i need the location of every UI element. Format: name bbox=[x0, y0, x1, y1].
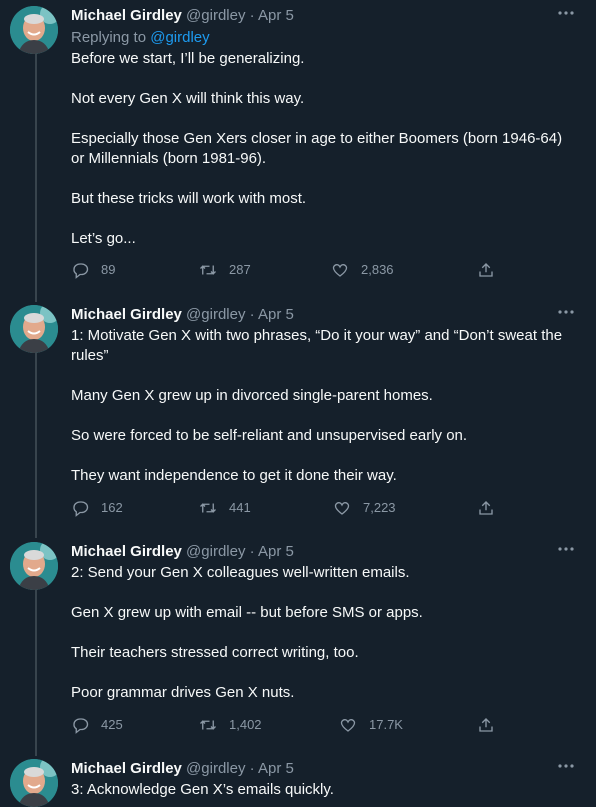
avatar[interactable] bbox=[10, 6, 58, 54]
tweet-paragraph: Gen X grew up with email -- but before S… bbox=[71, 604, 423, 621]
tweet-paragraph: 2: Send your Gen X colleagues well-writt… bbox=[71, 564, 410, 581]
retweet-icon bbox=[200, 503, 216, 513]
avatar[interactable] bbox=[10, 542, 58, 590]
tweet-paragraph: Their teachers stressed correct writing,… bbox=[71, 644, 359, 661]
author-handle[interactable]: @girdley bbox=[186, 543, 245, 560]
avatar[interactable] bbox=[10, 305, 58, 353]
tweet-text: Before we start, I’ll be generalizing. N… bbox=[71, 49, 578, 249]
replying-to-label: Replying to bbox=[71, 29, 147, 46]
heart-icon bbox=[334, 501, 350, 515]
retweet-count: 1,402 bbox=[229, 717, 262, 732]
more-icon[interactable] bbox=[554, 542, 578, 562]
tweet-header: Michael Girdley @girdley · Apr 5 bbox=[71, 542, 576, 562]
author-handle[interactable]: @girdley bbox=[186, 760, 245, 777]
tweet[interactable]: Michael Girdley @girdley · Apr 5 1: Moti… bbox=[0, 305, 596, 535]
retweet-button[interactable]: 287 bbox=[199, 260, 251, 280]
share-icon bbox=[479, 718, 493, 732]
retweet-icon bbox=[200, 265, 216, 275]
tweet-header: Michael Girdley @girdley · Apr 5 bbox=[71, 6, 576, 26]
author-handle[interactable]: @girdley bbox=[186, 7, 245, 24]
tweet-date[interactable]: Apr 5 bbox=[258, 543, 294, 560]
author-name[interactable]: Michael Girdley bbox=[71, 543, 182, 560]
tweet-paragraph: 3: Acknowledge Gen X’s emails quickly. bbox=[71, 781, 334, 798]
author-name[interactable]: Michael Girdley bbox=[71, 760, 182, 777]
separator: · bbox=[249, 7, 255, 24]
separator: · bbox=[249, 760, 255, 777]
reply-button[interactable]: 89 bbox=[71, 260, 115, 280]
retweet-button[interactable]: 441 bbox=[199, 498, 251, 518]
tweet-date[interactable]: Apr 5 bbox=[258, 760, 294, 777]
tweet-paragraph: But these tricks will work with most. bbox=[71, 190, 307, 207]
author-name[interactable]: Michael Girdley bbox=[71, 7, 182, 24]
reply-count: 162 bbox=[101, 500, 123, 515]
more-icon[interactable] bbox=[554, 305, 578, 325]
like-count: 7,223 bbox=[363, 500, 396, 515]
retweet-icon bbox=[200, 720, 216, 730]
like-count: 17.7K bbox=[369, 717, 403, 732]
share-button[interactable] bbox=[477, 715, 507, 735]
tweet-text: 3: Acknowledge Gen X’s emails quickly. bbox=[71, 780, 578, 800]
tweet-actions: 425 1,402 17.7K bbox=[71, 715, 501, 735]
tweet[interactable]: Michael Girdley @girdley · Apr 5 Replyin… bbox=[0, 6, 596, 294]
tweet-text: 1: Motivate Gen X with two phrases, “Do … bbox=[71, 326, 578, 486]
separator: · bbox=[249, 543, 255, 560]
more-icon[interactable] bbox=[554, 759, 578, 779]
like-button[interactable]: 17.7K bbox=[339, 715, 403, 735]
replying-to: Replying to @girdley bbox=[71, 28, 210, 48]
tweet-paragraph: Many Gen X grew up in divorced single-pa… bbox=[71, 387, 433, 404]
reply-count: 89 bbox=[101, 262, 116, 277]
tweet-paragraph: Especially those Gen Xers closer in age … bbox=[71, 130, 563, 167]
tweet-header: Michael Girdley @girdley · Apr 5 bbox=[71, 305, 576, 325]
reply-button[interactable]: 425 bbox=[71, 715, 123, 735]
reply-icon bbox=[73, 501, 89, 517]
tweet-paragraph: Let’s go... bbox=[71, 230, 136, 247]
like-count: 2,836 bbox=[361, 262, 394, 277]
tweet-actions: 89 287 2,836 bbox=[71, 260, 501, 280]
share-icon bbox=[479, 501, 493, 515]
tweet-text: 2: Send your Gen X colleagues well-writt… bbox=[71, 563, 578, 703]
retweet-button[interactable]: 1,402 bbox=[199, 715, 262, 735]
reply-icon bbox=[73, 718, 89, 734]
reply-count: 425 bbox=[101, 717, 123, 732]
tweet-date[interactable]: Apr 5 bbox=[258, 7, 294, 24]
tweet[interactable]: Michael Girdley @girdley · Apr 5 2: Send… bbox=[0, 542, 596, 752]
tweet-paragraph: 1: Motivate Gen X with two phrases, “Do … bbox=[71, 327, 563, 364]
reply-button[interactable]: 162 bbox=[71, 498, 123, 518]
avatar[interactable] bbox=[10, 759, 58, 807]
author-handle[interactable]: @girdley bbox=[186, 306, 245, 323]
retweet-count: 441 bbox=[229, 500, 251, 515]
tweet-paragraph: Poor grammar drives Gen X nuts. bbox=[71, 684, 295, 701]
share-icon bbox=[479, 263, 493, 277]
share-button[interactable] bbox=[477, 260, 507, 280]
tweet-paragraph: So were forced to be self-reliant and un… bbox=[71, 427, 468, 444]
more-icon[interactable] bbox=[554, 6, 578, 26]
replying-to-mention[interactable]: @girdley bbox=[150, 29, 209, 46]
tweet-header: Michael Girdley @girdley · Apr 5 bbox=[71, 759, 576, 779]
heart-icon bbox=[332, 263, 348, 277]
retweet-count: 287 bbox=[229, 262, 251, 277]
tweet-date[interactable]: Apr 5 bbox=[258, 306, 294, 323]
like-button[interactable]: 2,836 bbox=[331, 260, 394, 280]
tweet[interactable]: Michael Girdley @girdley · Apr 5 3: Ackn… bbox=[0, 759, 596, 807]
tweet-paragraph: Before we start, I’ll be generalizing. bbox=[71, 50, 305, 67]
heart-icon bbox=[340, 718, 356, 732]
reply-icon bbox=[73, 263, 89, 279]
share-button[interactable] bbox=[477, 498, 507, 518]
separator: · bbox=[249, 306, 255, 323]
like-button[interactable]: 7,223 bbox=[333, 498, 396, 518]
tweet-actions: 162 441 7,223 bbox=[71, 498, 501, 518]
tweet-paragraph: Not every Gen X will think this way. bbox=[71, 90, 305, 107]
tweet-paragraph: They want independence to get it done th… bbox=[71, 467, 397, 484]
author-name[interactable]: Michael Girdley bbox=[71, 306, 182, 323]
